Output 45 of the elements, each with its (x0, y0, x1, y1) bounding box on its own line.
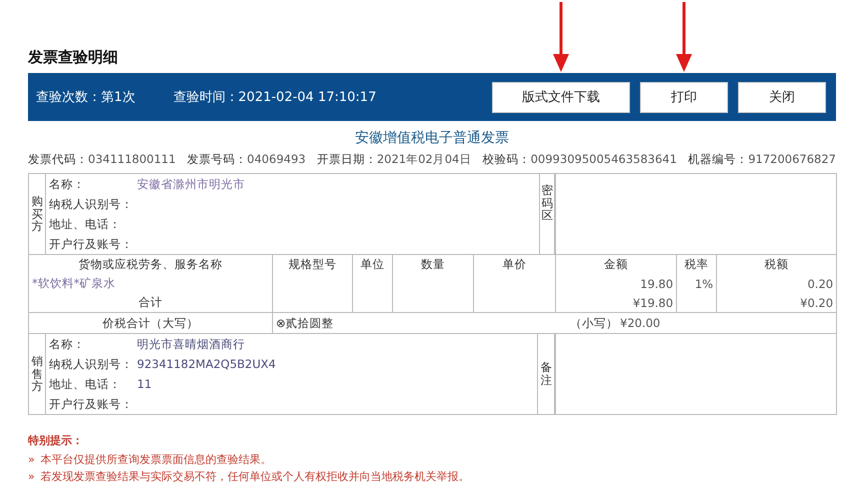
notice-title: 特别提示： (28, 433, 84, 448)
field-label: 地址、电话： (49, 376, 122, 392)
invoice-meta: 发票代码：034111800111 (28, 152, 176, 167)
toolbar-button[interactable]: 版式文件下载 (492, 82, 630, 112)
side-label: 购买方 (31, 195, 43, 233)
total-tax: ¥0.20 (800, 296, 834, 310)
amount-in-words: ⊗贰拾圆整 (276, 316, 335, 330)
toolbar-button[interactable]: 打印 (640, 82, 728, 112)
table-cell: 19.80 (640, 276, 674, 290)
field-label: 开户行及账号： (49, 236, 134, 252)
notice-text: 本平台仅提供所查询发票票面信息的查验结果。 (40, 452, 272, 467)
small-amount: ¥20.00 (620, 316, 660, 330)
field-label: 名称： (49, 176, 86, 192)
toolbar-button[interactable]: 关闭 (738, 82, 826, 112)
invoice-title: 安徽增值税电子普通发票 (354, 129, 510, 147)
field-label: 开户行及账号： (49, 396, 134, 412)
notice-text: 若发现发票查验结果与实际交易不符，任何单位或个人有权拒收并向当地税务机关举报。 (40, 469, 470, 484)
cipher-label: 密码区 (541, 184, 553, 224)
bullet-icon: » (28, 453, 35, 466)
invoice-meta: 开票日期：2021年02月04日 (316, 152, 472, 167)
field-value: 11 (137, 377, 152, 391)
invoice-meta: 发票号码：04069493 (187, 152, 306, 167)
check-time: 查验时间：2021-02-04 17:10:17 (173, 89, 376, 106)
small-amount-label: （小写） (570, 316, 619, 330)
field-label: 名称： (49, 336, 86, 352)
column-header: 货物或应税劳务、服务名称 (28, 254, 272, 274)
remarks-label: 备注 (540, 361, 552, 387)
side-label: 销售方 (31, 355, 43, 393)
field-label: 纳税人识别号： (49, 196, 134, 212)
table-cell: 1% (694, 276, 714, 290)
invoice-meta: 机器编号：917200676827 (688, 152, 836, 167)
table-cell: 0.20 (807, 276, 834, 290)
page-title: 发票查验明细 (28, 48, 119, 68)
table-cell: *软饮料*矿泉水 (32, 276, 116, 290)
bullet-icon: » (28, 470, 35, 483)
total-amount: ¥19.80 (632, 296, 674, 310)
total-label: 合计 (138, 295, 162, 309)
check-count: 查验次数：第1次 (36, 89, 136, 106)
field-label: 纳税人识别号： (49, 356, 134, 372)
grand-total-label: 价税合计（大写） (102, 316, 198, 330)
field-value: 安徽省滁州市明光市 (137, 176, 245, 192)
field-value: 明光市喜晴烟酒商行 (137, 336, 245, 352)
field-value: 92341182MA2Q5B2UX4 (137, 357, 276, 371)
field-label: 地址、电话： (49, 216, 122, 232)
invoice-meta: 校验码：00993095005463583641 (482, 152, 677, 167)
